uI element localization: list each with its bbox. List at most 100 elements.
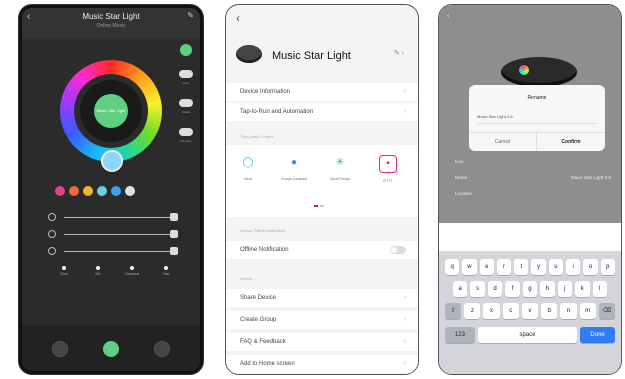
microphone-button[interactable] [154,341,170,357]
faq-feedback-row[interactable]: FAQ & Feedback › [226,333,418,351]
assistant-label: Google Assistant [280,177,308,181]
color-preset[interactable] [69,186,79,196]
key[interactable]: v [521,303,539,319]
key[interactable]: o [583,259,598,275]
keyboard-row-2: a s d f g h j k l [453,281,607,299]
mode-label: Classical [124,272,139,276]
color-preset[interactable] [83,186,93,196]
cancel-button[interactable]: Cancel [469,133,537,151]
assistant-label: SmartThings [330,177,350,181]
edit-icon[interactable]: ✎ [187,11,194,20]
slider-thumb[interactable] [170,247,178,255]
brightness-icon [48,213,56,221]
toggle-label: Random [180,139,192,143]
back-icon[interactable]: ‹ [236,11,240,25]
brightness-slider[interactable] [48,213,180,223]
key[interactable]: d [487,281,503,297]
offline-notification-toggle[interactable] [390,246,406,254]
slider-thumb[interactable] [170,230,178,238]
confirm-button[interactable]: Confirm [537,133,605,151]
slider-thumb[interactable] [170,213,178,221]
edit-icon[interactable]: ✎ › [394,49,404,57]
sensitivity-slider[interactable] [48,247,180,257]
backspace-key[interactable]: ⌫ [598,303,615,319]
assistant-google[interactable]: ● Google Assistant [276,155,312,181]
carousel-pager [314,205,324,207]
space-key[interactable]: space [477,327,578,343]
assistant-smartthings[interactable]: ✳ SmartThings [322,155,358,181]
color-picker-knob[interactable] [101,150,123,172]
page-subtitle: Online Music [96,23,126,29]
wheel-inner: Music Star Light [80,80,142,142]
speed-slider[interactable] [48,230,180,240]
color-preset[interactable] [125,186,135,196]
chevron-right-icon: › [403,338,406,345]
assistant-ifttt[interactable]: ▪ IFTTT [370,155,406,183]
device-header: Music Star Light ✎ › [236,43,408,71]
music-mode-toggle[interactable] [180,44,192,56]
key[interactable]: e [479,259,494,275]
key[interactable]: a [453,281,468,297]
mode-dot[interactable] [62,266,66,270]
sensitivity-icon [48,247,56,255]
color-preset[interactable] [111,186,121,196]
rotate-toggle[interactable] [179,99,193,107]
key[interactable]: y [531,259,546,275]
numbers-key[interactable]: 123 [445,327,475,343]
rename-input[interactable]: Music Star Light-3.8 [477,111,597,124]
key[interactable]: p [600,259,615,275]
key[interactable]: x [483,303,500,319]
device-image [236,45,262,63]
key[interactable]: b [541,303,558,319]
share-device-row[interactable]: Share Device › [226,289,418,307]
key[interactable]: w [462,259,477,275]
shift-key[interactable]: ⇧ [445,303,462,319]
key[interactable]: r [496,259,512,275]
done-key[interactable]: Done [580,327,615,343]
key[interactable]: g [522,281,538,297]
row-label: FAQ & Feedback [240,339,286,345]
power-button[interactable] [103,341,119,357]
music-mode-selector[interactable]: Slow Mix Classical Fast [54,266,172,280]
color-preset[interactable] [55,186,65,196]
wheel-center-label[interactable]: Music Star Light [94,94,128,128]
key[interactable]: h [540,281,555,297]
key[interactable]: t [514,259,529,275]
key[interactable]: f [505,281,520,297]
key[interactable]: k [575,281,590,297]
key[interactable]: s [470,281,485,297]
device-information-row[interactable]: Device Information › [226,83,418,101]
mode-dot[interactable] [96,266,100,270]
side-mode-toggles: Auto Rotate Random [176,44,196,157]
mode-dot[interactable] [130,266,134,270]
row-label: Add to Home screen [240,361,295,367]
alexa-icon: ◯ [242,157,254,168]
key[interactable]: m [579,303,596,319]
key[interactable]: q [445,259,460,275]
mode-label: Slow [60,272,68,276]
key[interactable]: u [548,259,564,275]
mode-dot[interactable] [164,266,168,270]
color-wheel[interactable]: Music Star Light [60,60,162,172]
timer-button[interactable] [52,341,68,357]
create-group-row[interactable]: Create Group › [226,311,418,329]
mode-label: Fast [162,272,170,276]
key[interactable]: i [566,259,581,275]
key[interactable]: n [560,303,577,319]
assistant-alexa[interactable]: ◯ Alexa [230,155,266,181]
key[interactable]: z [464,303,481,319]
key[interactable]: j [557,281,573,297]
color-preset[interactable] [97,186,107,196]
random-toggle[interactable] [179,128,193,136]
key[interactable]: c [502,303,519,319]
auto-toggle[interactable] [179,70,193,78]
assistant-carousel: ◯ Alexa ● Google Assistant ✳ SmartThings… [226,145,418,217]
phone-rename-dialog: ‹ Icon Name Music Star Light-3.8 Locatio… [438,4,622,375]
add-to-home-row[interactable]: Add to Home screen › [226,355,418,373]
key[interactable]: l [592,281,607,297]
color-control-screen: ‹ Music Star Light Online Music ✎ Auto R… [22,8,200,371]
tap-to-run-row[interactable]: Tap-to-Run and Automation › [226,103,418,121]
phone-device-settings: ‹ Music Star Light ✎ › Device Informatio… [225,4,419,375]
dialog-buttons: Cancel Confirm [469,132,605,151]
back-icon[interactable]: ‹ [447,11,450,20]
